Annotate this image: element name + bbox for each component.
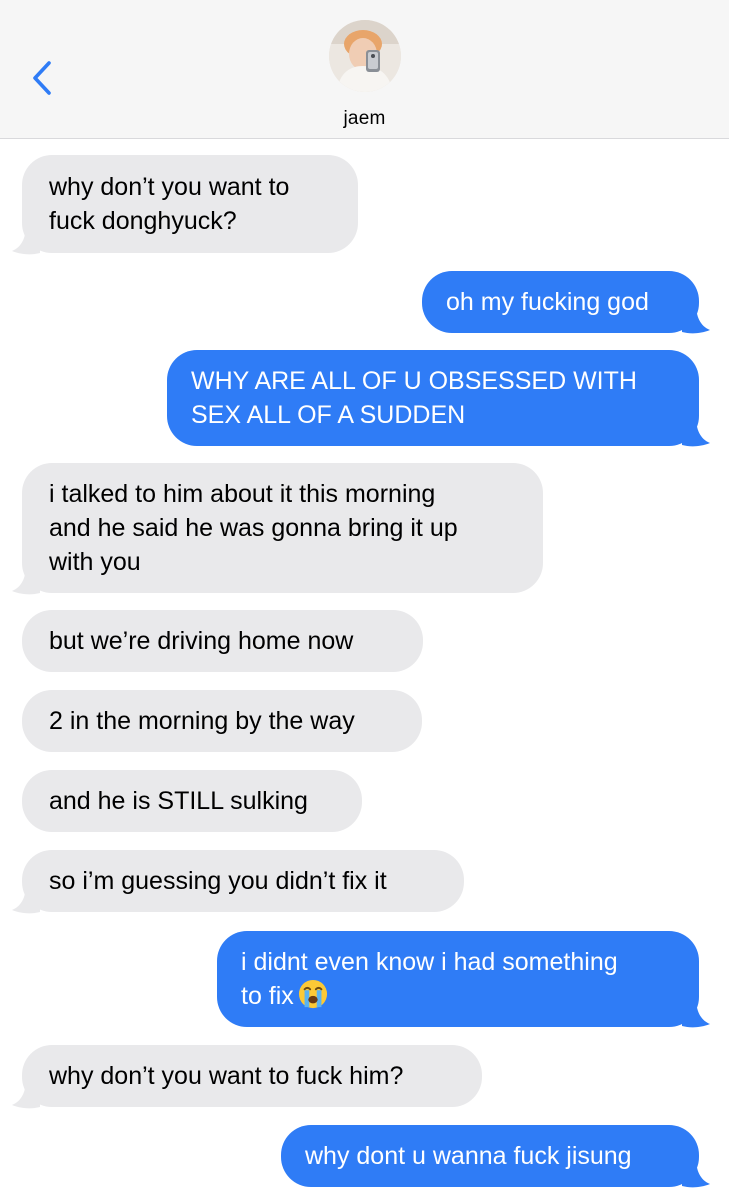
message-bubble-outgoing[interactable]: i didnt even know i had something to fix bbox=[217, 931, 699, 1027]
contact-avatar[interactable] bbox=[329, 20, 401, 92]
bubble-tail bbox=[682, 998, 710, 1028]
message-bubble-incoming[interactable]: why don’t you want to fuck him? bbox=[22, 1045, 482, 1107]
bubble-tail bbox=[12, 884, 40, 914]
back-button[interactable] bbox=[24, 56, 60, 100]
message-bubble-incoming[interactable]: why don’t you want to fuck donghyuck? bbox=[22, 155, 358, 253]
bubble-tail bbox=[12, 1079, 40, 1109]
avatar-photo bbox=[329, 20, 401, 92]
bubble-tail bbox=[682, 417, 710, 447]
message-bubble-incoming[interactable]: i talked to him about it this morning an… bbox=[22, 463, 543, 593]
contact-name[interactable]: jaem bbox=[0, 108, 729, 130]
message-bubble-incoming[interactable]: and he is STILL sulking bbox=[22, 770, 362, 832]
message-text: so i’m guessing you didn’t fix it bbox=[49, 867, 387, 895]
bubble-tail bbox=[682, 1158, 710, 1188]
bubble-tail bbox=[12, 565, 40, 595]
message-bubble-incoming[interactable]: 2 in the morning by the way bbox=[22, 690, 422, 752]
message-text: why dont u wanna fuck jisung bbox=[305, 1142, 632, 1170]
message-bubble-outgoing[interactable]: oh my fucking god bbox=[422, 271, 699, 333]
chevron-left-icon bbox=[33, 61, 51, 95]
bubble-tail bbox=[682, 304, 710, 334]
loudly-crying-face-emoji bbox=[298, 979, 327, 1009]
message-text: oh my fucking god bbox=[446, 288, 649, 316]
message-text: WHY ARE ALL OF U OBSESSED WITH SEX ALL O… bbox=[191, 367, 637, 429]
message-text: 2 in the morning by the way bbox=[49, 707, 355, 735]
message-text-wrapper: i didnt even know i had something to fix bbox=[241, 945, 618, 1013]
conversation-header: jaem bbox=[0, 0, 729, 139]
message-text: but we’re driving home now bbox=[49, 627, 354, 655]
message-text: i talked to him about it this morning an… bbox=[49, 480, 458, 576]
bubble-tail bbox=[12, 225, 40, 255]
message-bubble-outgoing[interactable]: why dont u wanna fuck jisung bbox=[281, 1125, 699, 1187]
message-text: why don’t you want to fuck donghyuck? bbox=[49, 173, 290, 235]
message-text: why don’t you want to fuck him? bbox=[49, 1062, 404, 1090]
message-bubble-outgoing[interactable]: WHY ARE ALL OF U OBSESSED WITH SEX ALL O… bbox=[167, 350, 699, 446]
message-text: and he is STILL sulking bbox=[49, 787, 308, 815]
message-bubble-incoming[interactable]: so i’m guessing you didn’t fix it bbox=[22, 850, 464, 912]
message-bubble-incoming[interactable]: but we’re driving home now bbox=[22, 610, 423, 672]
